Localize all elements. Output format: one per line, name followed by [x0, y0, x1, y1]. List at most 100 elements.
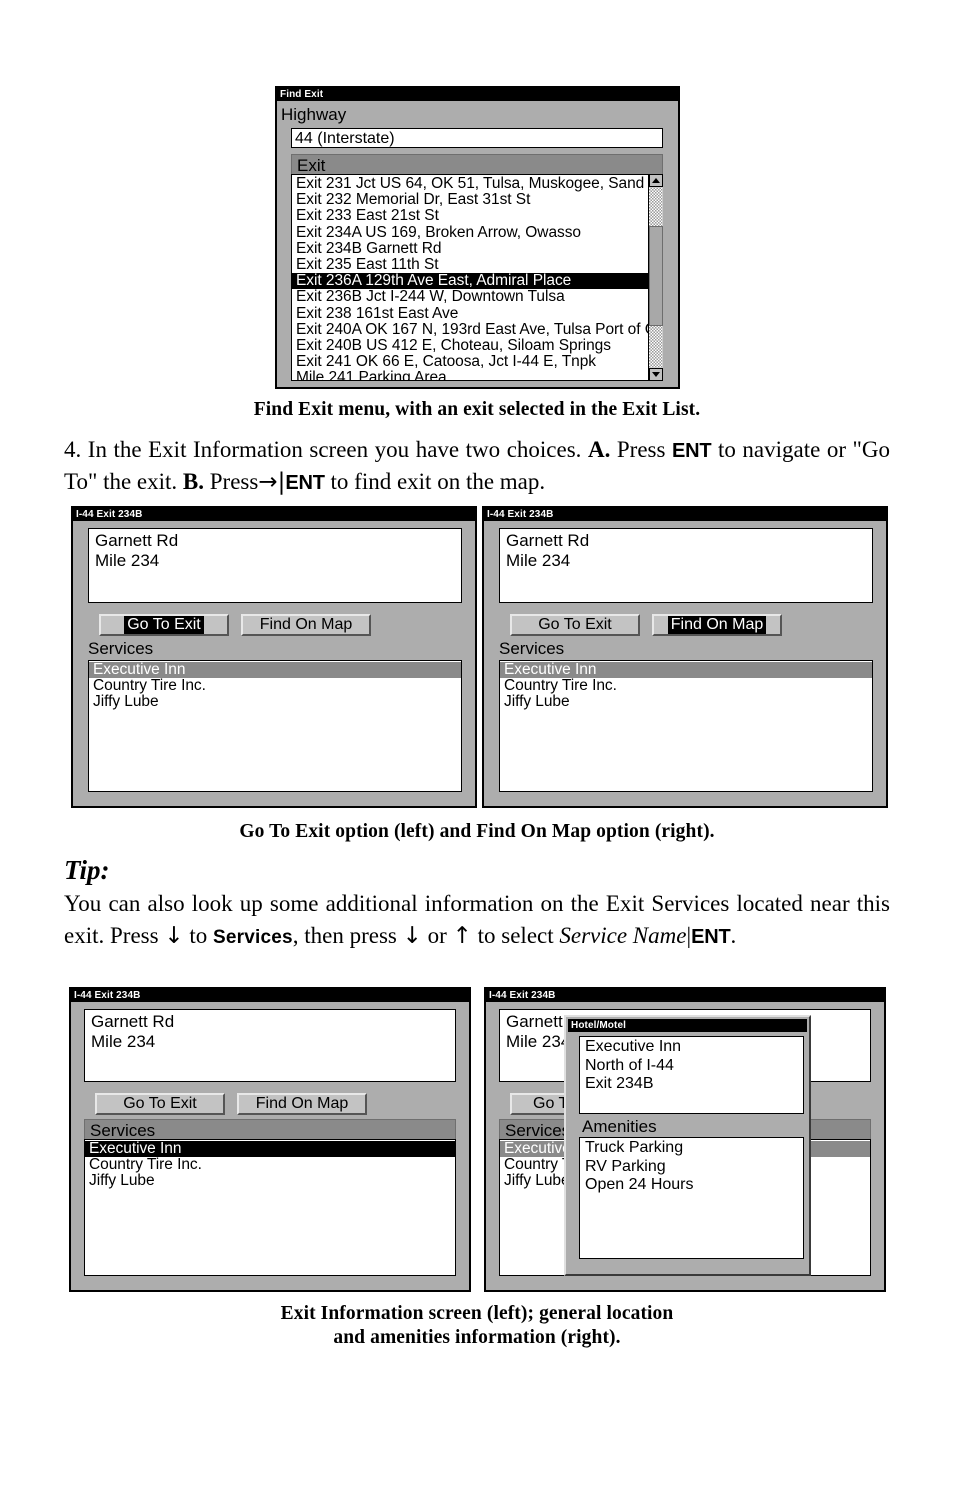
exit-road-name: Garnett Rd [95, 531, 179, 550]
amenities-label: Amenities [582, 1117, 657, 1136]
caption-exit-info-line2: and amenities information (right). [333, 1327, 621, 1349]
scrollbar-thumb[interactable] [649, 226, 663, 326]
exit-info-bottom-left-titlebar: I-44 Exit 234B [71, 989, 469, 1002]
services-keyword: Services [212, 926, 293, 948]
tip-text-3: , then press [292, 922, 397, 948]
services-header-bar: Services [84, 1119, 456, 1139]
go-to-exit-button[interactable]: Go To Exit [95, 1093, 225, 1115]
tip-period: . [730, 922, 737, 948]
step-text-1: In the Exit Information screen you have … [87, 437, 582, 462]
find-on-map-button-label: Find On Map [259, 616, 353, 633]
caption-exit-info: Exit Information screen (left); general … [60, 1302, 894, 1351]
tip-text-2: to [189, 922, 208, 948]
services-list-right[interactable]: Executive Inn Country Tire Inc. Jiffy Lube [499, 660, 873, 792]
ent-key-2: ENT [285, 471, 325, 494]
go-to-exit-button[interactable]: Go To Exit [510, 614, 640, 636]
exit-road-name: Garnett Rd [91, 1012, 175, 1031]
amenity-item: Open 24 Hours [585, 1176, 694, 1193]
service-list-item[interactable]: Jiffy Lube [85, 1173, 455, 1189]
exit-list-item[interactable]: Exit 240A OK 167 N, 193rd East Ave, Tuls… [292, 322, 662, 338]
popup-detail-line: North of I-44 [585, 1056, 674, 1074]
find-on-map-button[interactable]: Find On Map [237, 1093, 367, 1115]
service-name-placeholder: Service Name [559, 922, 687, 948]
popup-detail-line: Executive Inn [585, 1038, 682, 1055]
ent-key-1: ENT [672, 440, 712, 462]
highway-label: Highway [281, 105, 347, 124]
service-detail-popup: Hotel/Motel Executive Inn North of I-44 Ex… [564, 1015, 811, 1276]
find-on-map-button-label: Find On Map [667, 616, 767, 634]
service-list-item[interactable]: Jiffy Lube [89, 694, 461, 710]
go-to-exit-button-label: Go To Exit [124, 616, 204, 634]
exit-info-bl-detail-box: Garnett Rd Mile 234 [84, 1009, 456, 1082]
go-to-exit-button-label: Go To Exit [123, 1095, 197, 1112]
service-list-item[interactable]: Executive Inn [500, 662, 872, 679]
service-list-item[interactable]: Jiffy Lube [500, 694, 872, 710]
find-on-map-button[interactable]: Find On Map [241, 614, 371, 636]
find-exit-dialog: Find Exit Highway 44 (Interstate) Exit E… [275, 86, 680, 389]
find-exit-titlebar: Find Exit [277, 88, 678, 101]
step-text-2: Press [616, 437, 666, 462]
scroll-up-arrow-icon[interactable] [649, 174, 663, 187]
find-on-map-button[interactable]: Find On Map [652, 614, 782, 636]
amenity-item: Truck Parking [585, 1139, 684, 1156]
exit-info-bottom-left: I-44 Exit 234B Garnett Rd Mile 234 Go To… [69, 987, 471, 1292]
exit-list-item[interactable]: Exit 236A 129th Ave East, Admiral Place [292, 273, 662, 290]
right-arrow-key-icon: →| [258, 468, 286, 495]
scroll-down-arrow-icon[interactable] [649, 368, 663, 381]
exit-list-item[interactable]: Mile 241 Parking Area [292, 370, 662, 380]
highway-value-text: 44 (Interstate) [295, 130, 395, 147]
exit-mile-marker: Mile 234 [506, 551, 571, 570]
exit-mile-marker: Mile 234 [91, 1032, 156, 1051]
exit-info-left-detail-box: Garnett Rd Mile 234 [88, 528, 462, 603]
exit-list-item[interactable]: Exit 235 East 11th St [292, 257, 662, 273]
exit-mile-marker: Mile 234 [95, 551, 160, 570]
exit-list-item[interactable]: Exit 238 161st East Ave [292, 306, 662, 322]
exit-list-item[interactable]: Exit 233 East 21st St [292, 208, 662, 224]
ent-key-3: ENT [691, 925, 731, 948]
manual-page: Find Exit Highway 44 (Interstate) Exit E… [0, 0, 954, 1487]
exit-list-item[interactable]: Exit 234A US 169, Broken Arrow, Owasso [292, 225, 662, 241]
exit-list-item[interactable]: Exit 241 OK 66 E, Catoosa, Jct I-44 E, T… [292, 354, 662, 370]
services-list-left[interactable]: Executive Inn Country Tire Inc. Jiffy Lube [88, 660, 462, 792]
exit-list-item[interactable]: Exit 234B Garnett Rd [292, 241, 662, 257]
exit-list-item[interactable]: Exit 240B US 412 E, Choteau, Siloam Spri… [292, 338, 662, 354]
tip-text-4: or [427, 922, 447, 948]
services-label: Services [88, 639, 154, 658]
find-on-map-button-label: Find On Map [255, 1095, 349, 1112]
step-number: 4. [64, 437, 82, 462]
caption-find-exit: Find Exit menu, with an exit selected in… [253, 399, 701, 420]
exit-info-br-titlebar: I-44 Exit 234B [486, 989, 884, 1002]
exit-list-item[interactable]: Exit 236B Jct I-244 W, Downtown Tulsa [292, 289, 662, 305]
exit-info-left: I-44 Exit 234B Garnett Rd Mile 234 Go To… [71, 506, 477, 808]
service-list-item[interactable]: Country Tire Inc. [89, 678, 461, 694]
choice-b-marker: B. [182, 468, 205, 494]
caption-goto-findmap: Go To Exit option (left) and Find On Map… [239, 821, 715, 842]
exit-road-name: Garnett Rd [506, 531, 590, 550]
exit-list[interactable]: Exit 231 Jct US 64, OK 51, Tulsa, Muskog… [291, 174, 663, 381]
popup-location-box: Executive Inn North of I-44 Exit 234B [579, 1036, 804, 1114]
tip-text-5: to select [477, 922, 554, 948]
exit-list-item[interactable]: Exit 231 Jct US 64, OK 51, Tulsa, Muskog… [292, 176, 662, 192]
go-to-exit-button[interactable]: Go To Exit [99, 614, 229, 636]
choice-a-marker: A. [587, 437, 611, 462]
exit-info-right: I-44 Exit 234B Garnett Rd Mile 234 Go To… [482, 506, 888, 808]
exit-list-item[interactable]: Exit 232 Memorial Dr, East 31st St [292, 192, 662, 208]
go-to-exit-button-label: Go To Exit [538, 616, 612, 633]
caption-exit-info-line1: Exit Information screen (left); general … [280, 1303, 674, 1324]
exit-list-scrollbar[interactable] [648, 174, 663, 381]
exit-info-right-detail-box: Garnett Rd Mile 234 [499, 528, 873, 603]
step-text-5: to find exit on the map. [330, 468, 546, 494]
services-list-bottom-left[interactable]: Executive Inn Country Tire Inc. Jiffy Lube [84, 1139, 456, 1276]
popup-titlebar: Hotel/Motel [568, 1019, 807, 1032]
popup-detail-line: Exit 234B [585, 1075, 654, 1092]
service-list-item[interactable]: Executive Inn [85, 1141, 455, 1158]
service-list-item[interactable]: Executive Inn [89, 662, 461, 679]
arrow-up-icon: ↑ [452, 922, 472, 949]
amenity-item: RV Parking [585, 1157, 666, 1175]
highway-value-field[interactable]: 44 (Interstate) [291, 128, 663, 148]
service-list-item[interactable]: Country Tire Inc. [500, 678, 872, 694]
service-list-item[interactable]: Country Tire Inc. [85, 1157, 455, 1173]
arrow-down-icon-1: ↓ [164, 922, 184, 949]
exit-info-right-titlebar: I-44 Exit 234B [484, 508, 886, 521]
tip-paragraph: You can also look up some additional inf… [64, 888, 890, 952]
